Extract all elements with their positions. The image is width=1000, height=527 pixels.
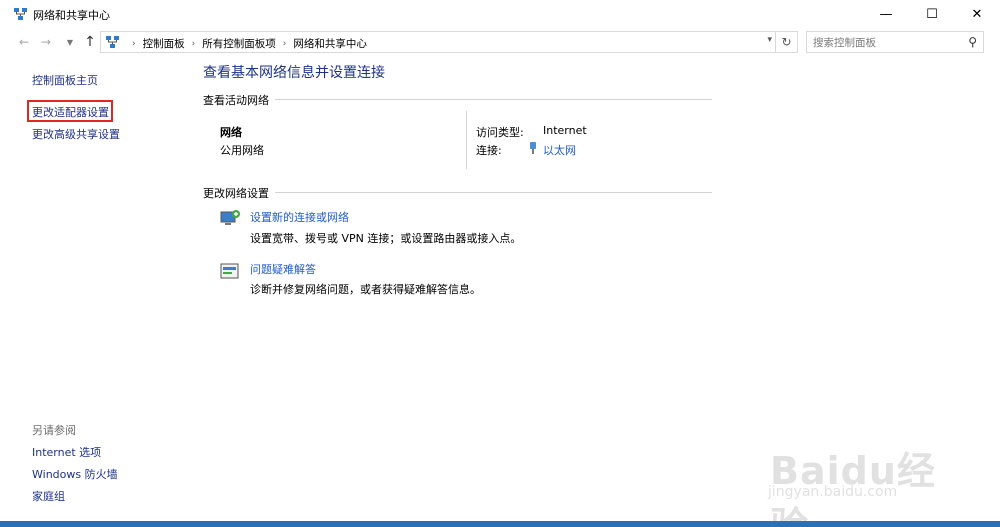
section-heading: 更改网络设置	[203, 185, 275, 201]
troubleshoot-desc: 诊断并修复网络问题，或者获得疑难解答信息。	[250, 283, 481, 296]
link-change-adapter-settings[interactable]: 更改适配器设置	[32, 104, 109, 120]
change-settings-section: 更改网络设置	[203, 185, 712, 201]
link-control-panel-home[interactable]: 控制面板主页	[32, 72, 98, 88]
ethernet-connection-link[interactable]: 以太网	[543, 142, 576, 158]
address-bar[interactable]: › 控制面板 › 所有控制面板项 › 网络和共享中心 ▾	[100, 31, 776, 53]
network-category-link: 公用网络	[220, 144, 264, 157]
window-title: 网络和共享中心	[33, 9, 110, 22]
watermark-url: jingyan.baidu.com	[768, 484, 898, 500]
link-homegroup[interactable]: 家庭组	[32, 488, 65, 504]
control-panel-icon	[106, 36, 119, 48]
see-also-heading: 另请参阅	[32, 424, 76, 437]
network-name: 网络	[220, 126, 242, 139]
access-type-label: 访问类型:	[476, 126, 524, 139]
troubleshoot-link[interactable]: 问题疑难解答	[250, 261, 316, 277]
minimize-button[interactable]: —	[863, 0, 909, 29]
left-pane: 控制面板主页 更改适配器设置 更改高级共享设置 另请参阅 Internet 选项…	[0, 56, 190, 523]
search-icon[interactable]: ⚲	[968, 35, 977, 49]
chevron-right-icon[interactable]: ›	[192, 39, 196, 49]
section-heading: 查看活动网络	[203, 92, 275, 108]
window-border	[0, 521, 1000, 527]
forward-button[interactable]: →	[38, 34, 54, 50]
link-windows-firewall[interactable]: Windows 防火墙	[32, 466, 118, 482]
arrow-left-icon: ←	[18, 35, 30, 49]
close-button[interactable]: ✕	[954, 0, 1000, 29]
active-networks-section: 查看活动网络	[203, 92, 712, 108]
up-button[interactable]: ↑	[82, 34, 98, 50]
minimize-icon: —	[879, 7, 893, 22]
setup-new-connection-desc: 设置宽带、拨号或 VPN 连接；或设置路由器或接入点。	[250, 232, 522, 245]
connection-label: 连接:	[476, 144, 502, 157]
close-icon: ✕	[971, 7, 983, 22]
breadcrumb-network-center[interactable]: 网络和共享中心	[293, 36, 367, 51]
title-bar: 网络和共享中心 — ☐ ✕	[0, 0, 1000, 29]
refresh-button[interactable]: ↻	[776, 31, 798, 53]
search-input[interactable]	[813, 35, 963, 50]
arrow-up-icon: ↑	[84, 34, 96, 50]
divider	[203, 99, 712, 100]
search-box[interactable]: ⚲	[806, 31, 984, 53]
maximize-icon: ☐	[926, 7, 938, 22]
breadcrumb: › 控制面板 › 所有控制面板项 › 网络和共享中心	[125, 36, 367, 51]
link-advanced-sharing-settings[interactable]: 更改高级共享设置	[32, 126, 120, 142]
ethernet-icon	[530, 142, 536, 154]
setup-new-connection-link[interactable]: 设置新的连接或网络	[250, 209, 349, 225]
arrow-right-icon: →	[40, 35, 52, 49]
chevron-down-icon[interactable]: ▾	[767, 35, 772, 45]
link-internet-options[interactable]: Internet 选项	[32, 444, 101, 460]
maximize-button[interactable]: ☐	[909, 0, 955, 29]
chevron-right-icon: ›	[132, 38, 136, 49]
divider	[203, 192, 712, 193]
new-connection-icon	[220, 210, 240, 225]
breadcrumb-control-panel[interactable]: 控制面板	[143, 36, 185, 51]
page-title: 查看基本网络信息并设置连接	[203, 65, 385, 81]
troubleshoot-icon	[220, 263, 239, 279]
navigation-bar: ← → ▼ ↑ › 控制面板 › 所有控制面板项 › 网络和共享中心 ▾ ↻ ⚲	[0, 29, 1000, 56]
breadcrumb-all-items[interactable]: 所有控制面板项	[202, 36, 276, 51]
back-button[interactable]: ←	[16, 34, 32, 50]
chevron-right-icon[interactable]: ›	[283, 39, 287, 49]
refresh-icon: ↻	[781, 35, 792, 49]
divider	[466, 111, 467, 169]
baidu-watermark: Baidu经验 jingyan.baidu.com	[760, 418, 970, 527]
recent-locations-button[interactable]: ▼	[62, 34, 78, 50]
network-center-icon	[14, 8, 27, 20]
access-type-value: Internet	[543, 124, 587, 137]
chevron-down-icon: ▼	[66, 37, 74, 47]
